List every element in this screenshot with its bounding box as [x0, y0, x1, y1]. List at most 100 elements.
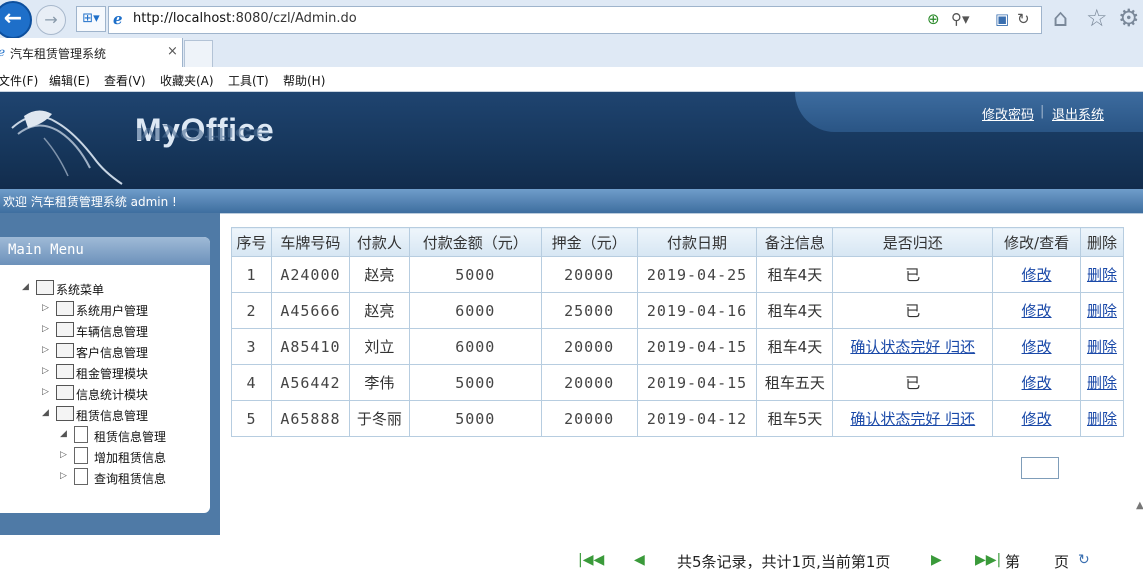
edit-link[interactable]: 修改: [1022, 374, 1052, 392]
cell-plate: A45666: [270, 292, 350, 329]
collapsed-arrow-icon[interactable]: ▷: [60, 450, 67, 460]
cell-edit: 修改: [992, 400, 1081, 437]
cell-no: 1: [231, 256, 272, 293]
cell-payer: 赵亮: [348, 292, 410, 329]
new-tab-button[interactable]: [184, 40, 213, 68]
sidebar-item-label: 租赁信息管理: [76, 409, 149, 423]
cell-delete: 删除: [1080, 328, 1124, 365]
edit-link[interactable]: 修改: [1022, 266, 1052, 284]
cell-note: 租车4天: [756, 328, 834, 365]
page-number-input[interactable]: [1021, 457, 1059, 479]
address-url[interactable]: http://localhost:8080/czl/Admin.do: [133, 11, 357, 26]
menu-view[interactable]: 查看(V): [104, 72, 146, 89]
delete-link[interactable]: 删除: [1087, 266, 1117, 284]
refresh-icon[interactable]: ↻: [1017, 10, 1030, 28]
welcome-text: 欢迎 汽车租赁管理系统 admin !: [3, 195, 177, 209]
bird-logo-icon: [11, 110, 123, 185]
browser-tab[interactable]: ℯ 汽车租赁管理系统 ×: [0, 38, 183, 67]
search-icon[interactable]: ⚲▾: [951, 10, 970, 28]
page-suffix: 页: [1054, 553, 1070, 571]
gear-icon[interactable]: ⚙: [1118, 4, 1140, 32]
cell-returned: 确认状态完好 归还: [832, 328, 994, 365]
header-separator: |: [1040, 104, 1045, 119]
scrollbar-arrow-icon[interactable]: ▲: [1136, 500, 1143, 511]
back-arrow-icon[interactable]: ←: [0, 1, 32, 39]
delete-link[interactable]: 删除: [1087, 338, 1117, 356]
sidebar-item-label: 信息统计模块: [76, 388, 149, 402]
expanded-arrow-icon[interactable]: ◢: [60, 429, 67, 439]
cell-amount: 5000: [408, 256, 542, 293]
col-header-amount: 付款金额（元）: [408, 227, 542, 257]
document-icon: [74, 468, 88, 485]
cell-amount: 6000: [408, 328, 542, 365]
first-page-icon[interactable]: |◀◀: [578, 552, 604, 568]
collapsed-arrow-icon[interactable]: ▷: [42, 324, 49, 334]
confirm-return-link[interactable]: 确认状态完好 归还: [850, 338, 975, 356]
collapsed-arrow-icon[interactable]: ▷: [42, 387, 49, 397]
web-page: MyOffice MyOffice 修改密码 | 退出系统 欢迎 汽车租赁管理系…: [0, 92, 1143, 571]
collapsed-arrow-icon[interactable]: ▷: [42, 303, 49, 313]
prev-page-icon[interactable]: ◀: [634, 552, 645, 568]
cell-plate: A24000: [270, 256, 350, 293]
document-icon: [74, 447, 88, 464]
last-page-icon[interactable]: ▶▶|: [975, 552, 1001, 568]
tab-bar: ℯ 汽车租赁管理系统 ×: [0, 38, 1143, 68]
tab-close-icon[interactable]: ×: [167, 44, 178, 59]
address-bar[interactable]: ℯ http://localhost:8080/czl/Admin.do ⊕ ⚲…: [108, 6, 1042, 34]
folder-icon: [56, 385, 74, 400]
delete-link[interactable]: 删除: [1087, 374, 1117, 392]
logout-link[interactable]: 退出系统: [1052, 104, 1104, 123]
tree-root-label: 系统菜单: [56, 283, 105, 297]
home-icon[interactable]: ⌂: [1053, 4, 1068, 32]
collapsed-arrow-icon[interactable]: ▷: [60, 471, 67, 481]
delete-link[interactable]: 删除: [1087, 410, 1117, 428]
sidebar-subitem-label: 查询租赁信息: [94, 472, 167, 486]
site-logo-reflection: MyOffice: [135, 124, 271, 144]
col-header-delete: 删除: [1080, 227, 1124, 257]
cell-note: 租车5天: [756, 400, 834, 437]
compat-view-icon[interactable]: ⊕: [927, 10, 940, 28]
table-row: 3 A85410 刘立 6000 20000 2019-04-15 租车4天 确…: [231, 328, 1124, 365]
menu-file[interactable]: 文件(F): [0, 72, 38, 89]
edit-link[interactable]: 修改: [1022, 302, 1052, 320]
page-prefix: 第: [1005, 553, 1021, 571]
page-icon[interactable]: ▣: [995, 10, 1009, 28]
col-header-date: 付款日期: [636, 227, 758, 257]
sidebar-item-label: 租金管理模块: [76, 367, 149, 381]
cell-returned: 已: [832, 256, 994, 293]
menu-edit[interactable]: 编辑(E): [49, 72, 90, 89]
menu-help[interactable]: 帮助(H): [283, 72, 325, 89]
cell-returned: 已: [832, 364, 994, 401]
forward-arrow-icon[interactable]: →: [36, 5, 66, 35]
folder-icon: [56, 322, 74, 337]
cell-no: 4: [231, 364, 272, 401]
main-menu-title: Main Menu: [8, 242, 84, 258]
expanded-arrow-icon[interactable]: ◢: [42, 408, 49, 418]
cell-delete: 删除: [1080, 364, 1124, 401]
menu-tools[interactable]: 工具(T): [228, 72, 269, 89]
cell-payer: 李伟: [348, 364, 410, 401]
compat-shield-icon[interactable]: ⊞▾: [76, 6, 106, 32]
cell-deposit: 20000: [540, 364, 638, 401]
sidebar-item-label: 客户信息管理: [76, 346, 149, 360]
confirm-return-link[interactable]: 确认状态完好 归还: [850, 410, 975, 428]
collapsed-arrow-icon[interactable]: ▷: [42, 366, 49, 376]
cell-amount: 6000: [408, 292, 542, 329]
change-password-link[interactable]: 修改密码: [982, 104, 1034, 123]
edit-link[interactable]: 修改: [1022, 410, 1052, 428]
cell-amount: 5000: [408, 364, 542, 401]
menu-favorites[interactable]: 收藏夹(A): [160, 72, 214, 89]
cell-note: 租车4天: [756, 292, 834, 329]
cell-delete: 删除: [1080, 400, 1124, 437]
collapsed-arrow-icon[interactable]: ▷: [42, 345, 49, 355]
expanded-arrow-icon[interactable]: ◢: [22, 282, 29, 292]
folder-icon: [36, 280, 54, 295]
favorites-star-icon[interactable]: ☆: [1086, 4, 1108, 32]
col-header-payer: 付款人: [348, 227, 410, 257]
cell-deposit: 20000: [540, 328, 638, 365]
go-page-icon[interactable]: ↻: [1078, 552, 1090, 568]
edit-link[interactable]: 修改: [1022, 338, 1052, 356]
delete-link[interactable]: 删除: [1087, 302, 1117, 320]
col-header-plate: 车牌号码: [270, 227, 350, 257]
next-page-icon[interactable]: ▶: [931, 552, 942, 568]
